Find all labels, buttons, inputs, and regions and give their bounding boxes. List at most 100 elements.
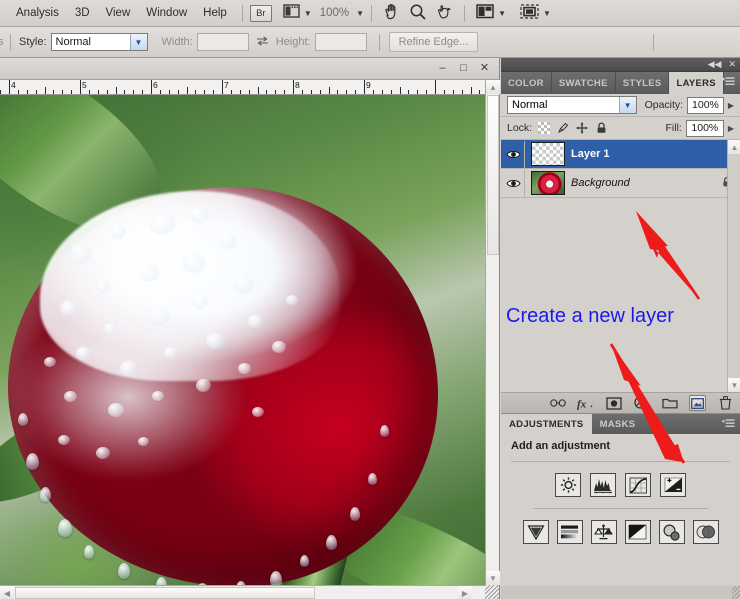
ruler-tick — [301, 90, 303, 94]
scroll-up-arrow[interactable]: ▲ — [486, 80, 500, 94]
chevron-down-icon: ▼ — [303, 8, 312, 18]
lock-position-icon[interactable] — [576, 122, 588, 134]
panel-resize-grip[interactable] — [732, 585, 740, 599]
delete-layer-button[interactable] — [717, 395, 734, 411]
ruler-tick — [26, 90, 28, 94]
close-button[interactable]: ✕ — [477, 62, 492, 76]
ruler-tick — [9, 80, 10, 94]
scroll-left-arrow[interactable]: ◀ — [0, 586, 14, 599]
minimize-button[interactable]: – — [435, 62, 450, 76]
color-balance-adjustment[interactable] — [590, 520, 617, 544]
horizontal-ruler[interactable]: 4 5 6 7 8 9 — [0, 80, 486, 95]
ruler-tick — [213, 90, 215, 94]
canvas-area[interactable]: photo by ototot — [0, 95, 486, 599]
hand-tool-button[interactable] — [379, 3, 405, 24]
ruler-tick — [124, 90, 126, 94]
swap-dimensions-icon[interactable] — [256, 35, 269, 50]
vibrance-adjustment[interactable] — [522, 520, 549, 544]
black-white-adjustment[interactable] — [624, 520, 651, 544]
rotate-view-tool-button[interactable] — [431, 3, 457, 24]
opacity-chevron-icon[interactable]: ▶ — [728, 101, 734, 110]
hue-saturation-adjustment[interactable] — [556, 520, 583, 544]
ruler-tick — [293, 80, 294, 94]
style-select[interactable]: Normal ▼ — [50, 33, 148, 51]
ice-crystal — [96, 281, 110, 293]
adjustments-panel: Add an adjustment — [501, 434, 740, 586]
tab-layers[interactable]: LAYERS — [669, 72, 724, 94]
brightness-contrast-adjustment[interactable] — [555, 473, 581, 497]
menu-item-help[interactable]: Help — [195, 4, 235, 22]
new-layer-icon — [691, 397, 704, 409]
lock-transparent-pixels-icon[interactable] — [538, 122, 551, 134]
layers-scrollbar[interactable]: ▲ ▼ — [727, 140, 740, 392]
add-layer-mask-button[interactable] — [605, 395, 622, 411]
layer-name[interactable]: Background — [571, 177, 722, 189]
layer-visibility-toggle[interactable] — [503, 169, 525, 197]
bridge-button[interactable]: Br — [249, 4, 272, 22]
blend-mode-select[interactable]: Normal ▼ — [507, 96, 637, 114]
photo-filter-adjustment[interactable] — [658, 520, 685, 544]
layer-style-button[interactable]: fx — [577, 395, 594, 411]
channel-mixer-circles-icon — [696, 525, 715, 539]
tab-adjustments[interactable]: ADJUSTMENTS — [501, 414, 592, 434]
sun-icon — [560, 477, 576, 493]
new-layer-button[interactable] — [689, 395, 706, 411]
layers-scroll-up-arrow[interactable]: ▲ — [728, 140, 740, 154]
link-layers-button[interactable] — [549, 395, 566, 411]
lock-all-icon[interactable] — [595, 122, 607, 134]
layer-row-background[interactable]: Background — [501, 169, 740, 198]
vertical-scrollbar[interactable]: ▲ ▼ — [485, 80, 500, 599]
menu-item-view[interactable]: View — [98, 4, 139, 22]
fill-input[interactable]: 100% — [685, 119, 724, 137]
layer-thumbnail[interactable] — [531, 142, 565, 166]
ruler-tick — [399, 87, 401, 94]
collapse-panels-icon[interactable]: ◀◀ — [708, 60, 722, 69]
tab-color[interactable]: COLOR — [501, 72, 552, 94]
opacity-input[interactable]: 100% — [687, 96, 724, 114]
view-extras-button[interactable]: ▼ — [283, 4, 312, 22]
levels-adjustment[interactable] — [590, 473, 616, 497]
menu-item-analysis[interactable]: Analysis — [8, 4, 67, 22]
scroll-down-arrow[interactable]: ▼ — [486, 571, 500, 585]
ruler-tick — [80, 80, 81, 94]
width-input[interactable] — [196, 33, 249, 51]
water-droplet — [58, 519, 72, 537]
curves-adjustment[interactable] — [625, 473, 651, 497]
panel-menu-icon[interactable] — [721, 77, 735, 86]
screen-mode-button[interactable]: ▼ — [520, 4, 551, 22]
new-adjustment-layer-button[interactable] — [633, 395, 650, 411]
fill-chevron-icon[interactable]: ▶ — [728, 124, 734, 133]
exposure-adjustment[interactable] — [660, 473, 686, 497]
ice-crystal — [104, 323, 117, 335]
tab-masks[interactable]: MASKS — [592, 414, 644, 434]
arrange-documents-button[interactable]: ▼ — [476, 4, 506, 22]
new-group-button[interactable] — [661, 395, 678, 411]
layers-scroll-down-arrow[interactable]: ▼ — [728, 378, 740, 392]
layer-visibility-toggle[interactable] — [503, 140, 525, 168]
layer-thumbnail[interactable] — [531, 171, 565, 195]
tab-swatches[interactable]: SWATCHE — [552, 72, 616, 94]
horizontal-scroll-thumb[interactable] — [15, 587, 315, 599]
menu-item-window[interactable]: Window — [138, 4, 195, 22]
layer-name[interactable]: Layer 1 — [571, 148, 740, 160]
close-icon[interactable]: ✕ — [728, 60, 736, 69]
channel-mixer-adjustment[interactable] — [692, 520, 719, 544]
adjustments-row-1 — [511, 473, 730, 497]
height-input[interactable] — [314, 33, 367, 51]
fill-label: Fill: — [665, 122, 682, 134]
layer-row-layer-1[interactable]: Layer 1 — [501, 140, 740, 169]
tab-styles[interactable]: STYLES — [616, 72, 670, 94]
adjustments-panel-menu-icon[interactable] — [721, 419, 735, 428]
menu-item-3d[interactable]: 3D — [67, 4, 98, 22]
resize-grip[interactable] — [485, 585, 499, 599]
vertical-scroll-thumb[interactable] — [487, 95, 499, 255]
maximize-button[interactable]: □ — [456, 62, 471, 76]
scroll-right-arrow[interactable]: ▶ — [458, 586, 472, 599]
horizontal-scrollbar[interactable]: ◀ ▶ — [0, 585, 486, 599]
refine-edge-button[interactable]: Refine Edge... — [388, 32, 479, 52]
zoom-tool-button[interactable] — [405, 3, 431, 24]
magnifier-icon — [409, 3, 427, 24]
zoom-chevron-down-icon[interactable]: ▼ — [356, 9, 364, 18]
ruler-tick — [88, 90, 90, 94]
lock-image-pixels-icon[interactable] — [557, 122, 569, 134]
